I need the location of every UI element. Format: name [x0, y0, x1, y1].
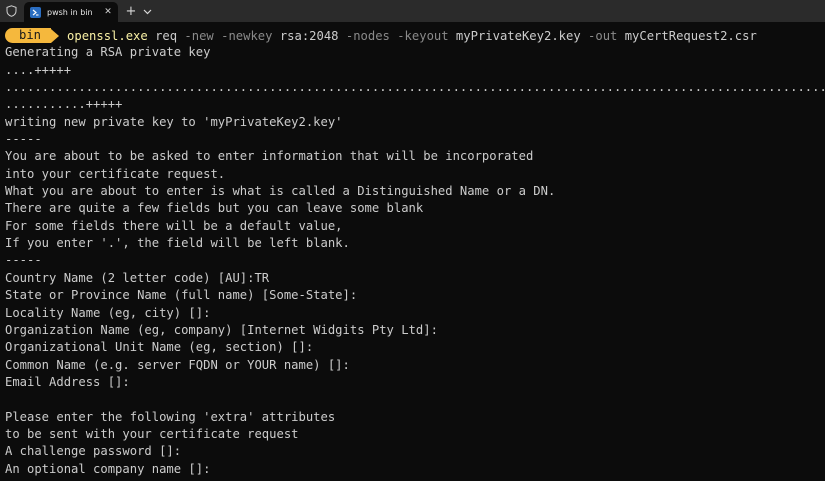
close-icon[interactable]: ✕ — [102, 6, 114, 18]
output-line: Generating a RSA private key — [5, 45, 211, 60]
output-line: There are quite a few fields but you can… — [5, 201, 424, 216]
badge-arrow-icon — [51, 28, 60, 43]
output-line: If you enter '.', the field will be left… — [5, 236, 350, 251]
output-line: writing new private key to 'myPrivateKey… — [5, 114, 343, 129]
chevron-down-icon[interactable] — [140, 2, 154, 22]
command-argument: myCertRequest2.csr — [617, 28, 757, 43]
location-badge-label: bin — [5, 28, 52, 44]
shield-icon[interactable] — [0, 0, 22, 22]
output-line: ........................................… — [5, 80, 825, 95]
output-line: Organization Name (eg, company) [Interne… — [5, 322, 438, 337]
output-line: ----- — [5, 132, 42, 147]
output-line: State or Province Name (full name) [Some… — [5, 288, 358, 303]
command-argument: rsa:2048 — [272, 28, 346, 43]
output-line: Locality Name (eg, city) []: — [5, 305, 211, 320]
tab-bar: pwsh in bin ✕ + — [0, 0, 825, 22]
terminal-window: pwsh in bin ✕ + bin openssl.exe req -new… — [0, 0, 825, 481]
output-line: ...........+++++ — [5, 97, 123, 112]
tab-pwsh-in-bin[interactable]: pwsh in bin ✕ — [24, 2, 118, 22]
output-line: Common Name (e.g. server FQDN or YOUR na… — [5, 357, 350, 372]
command-argument: -out — [588, 28, 618, 43]
command-argument: myPrivateKey2.key — [448, 28, 589, 43]
command-argument: -nodes -keyout — [345, 28, 449, 43]
output-lines: Generating a RSA private key ....+++++...… — [0, 44, 825, 478]
output-line: to be sent with your certificate request — [5, 426, 299, 441]
terminal-output[interactable]: bin openssl.exe req -new -newkey rsa:204… — [0, 27, 825, 481]
output-line: into your certificate request. — [5, 166, 226, 181]
output-line: Organizational Unit Name (eg, section) [… — [5, 340, 314, 355]
command-argument: req — [147, 28, 185, 43]
command-name: openssl.exe — [67, 28, 148, 43]
output-line: ....+++++ — [5, 62, 72, 77]
powershell-icon — [30, 6, 41, 18]
location-badge: bin — [5, 28, 60, 44]
output-line: Email Address []: — [5, 374, 130, 389]
tab-title: pwsh in bin — [47, 7, 93, 17]
output-line: You are about to be asked to enter infor… — [5, 149, 534, 164]
output-line: Country Name (2 letter code) [AU]:TR — [5, 270, 270, 285]
command-argument: -new -newkey — [184, 28, 273, 43]
output-line: For some fields there will be a default … — [5, 218, 343, 233]
output-line: Please enter the following 'extra' attri… — [5, 409, 336, 424]
new-tab-button[interactable]: + — [122, 2, 140, 22]
command-arguments: req -new -newkey rsa:2048 -nodes -keyout… — [148, 29, 757, 43]
output-line: ----- — [5, 253, 42, 268]
output-line: An optional company name []: — [5, 461, 211, 476]
output-line: What you are about to enter is what is c… — [5, 184, 556, 199]
output-line: A challenge password []: — [5, 444, 182, 459]
prompt-line: bin openssl.exe req -new -newkey rsa:204… — [0, 27, 825, 44]
